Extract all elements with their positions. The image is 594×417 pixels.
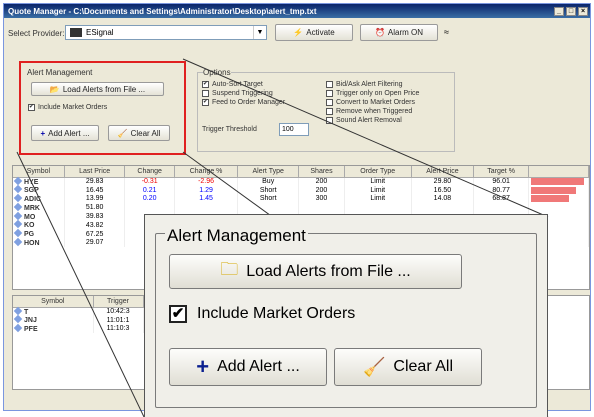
include-market-orders-checkbox[interactable]: ✔ Include Market Orders <box>169 305 355 323</box>
checkbox-checked-icon: ✔ <box>169 305 187 323</box>
clear-all-button[interactable]: 🧹 Clear All <box>334 348 482 386</box>
alert-management-title: Alert Management <box>165 226 308 246</box>
plus-icon: + <box>196 354 210 379</box>
add-alert-button[interactable]: + Add Alert ... <box>169 348 327 386</box>
folder-icon: 🗀 <box>220 258 239 279</box>
alert-management-zoom-panel: Alert Management 🗀 Load Alerts from File… <box>144 214 548 417</box>
eraser-icon: 🧹 <box>363 356 386 377</box>
load-alerts-button[interactable]: 🗀 Load Alerts from File ... <box>169 254 462 289</box>
